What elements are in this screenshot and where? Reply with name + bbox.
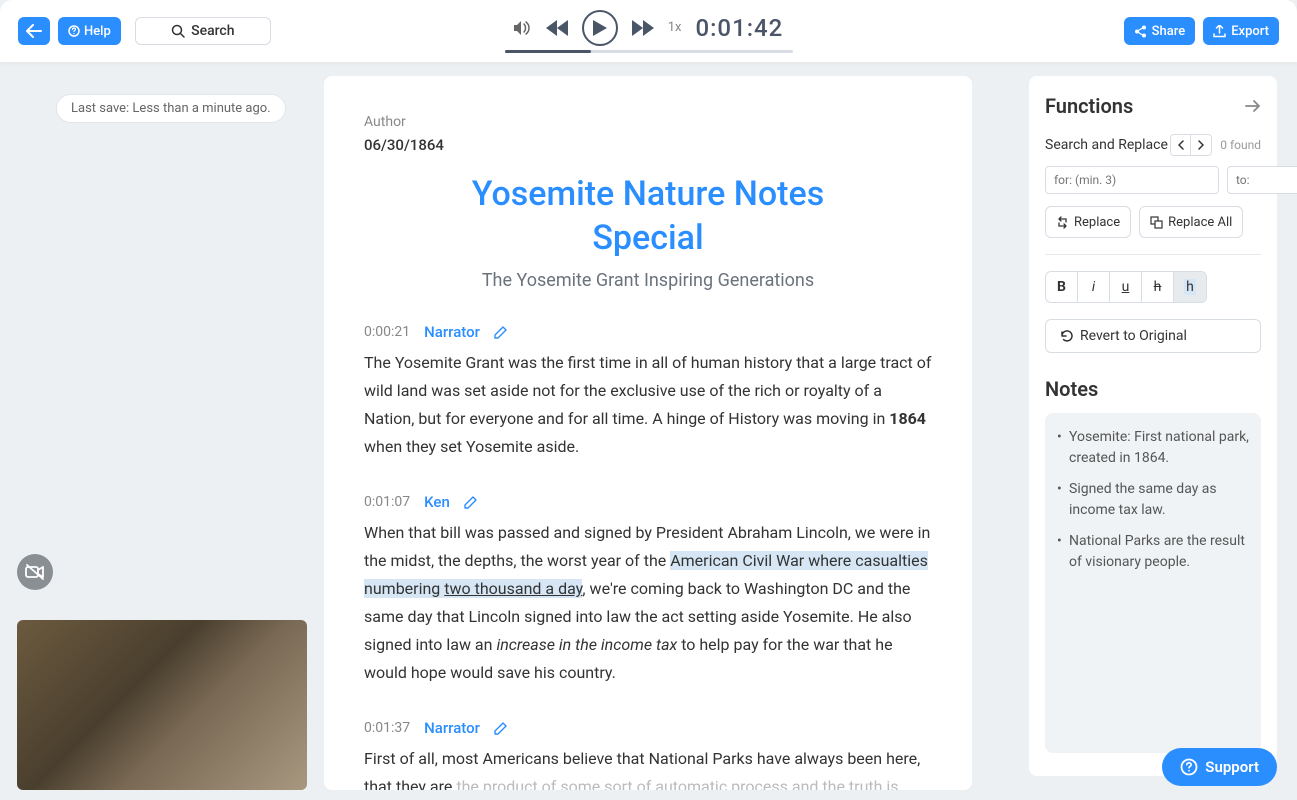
export-label: Export — [1231, 24, 1269, 39]
support-label: Support — [1205, 758, 1259, 776]
transcript-segment: 0:01:07 Ken When that bill was passed an… — [364, 493, 932, 687]
edit-speaker-button[interactable] — [494, 722, 507, 735]
search-button[interactable]: Search — [135, 17, 271, 45]
share-icon — [1134, 25, 1147, 38]
progress-bar[interactable] — [505, 50, 793, 53]
support-icon — [1180, 758, 1198, 776]
edit-icon — [494, 722, 507, 735]
export-icon — [1213, 25, 1226, 38]
segment-speaker[interactable]: Narrator — [424, 719, 480, 737]
transcript-editor: Author 06/30/1864 Yosemite Nature NotesS… — [324, 76, 972, 790]
search-replace-label: Search and Replace — [1045, 137, 1168, 153]
segment-time[interactable]: 0:01:37 — [364, 720, 410, 736]
sr-found-count: 0 found — [1220, 138, 1261, 152]
play-button[interactable] — [582, 10, 618, 46]
share-label: Share — [1152, 24, 1186, 39]
playback-speed[interactable]: 1x — [668, 20, 682, 35]
segment-speaker[interactable]: Ken — [424, 493, 450, 511]
topbar: Help Search 1x 0:01:42 — [0, 0, 1297, 62]
note-item[interactable]: Yosemite: First national park, created i… — [1057, 427, 1249, 469]
transcript-segment: 0:01:37 Narrator First of all, most Amer… — [364, 719, 932, 790]
functions-sidebar: Functions Search and Replace 0 found Rep… — [1029, 76, 1277, 776]
share-button[interactable]: Share — [1124, 17, 1196, 45]
revert-button[interactable]: Revert to Original — [1045, 319, 1261, 353]
edit-icon — [494, 326, 507, 339]
collapse-arrow-icon[interactable] — [1245, 99, 1261, 113]
italic-button[interactable]: i — [1078, 272, 1110, 302]
search-icon — [171, 24, 185, 38]
segment-text[interactable]: When that bill was passed and signed by … — [364, 519, 932, 687]
replace-all-icon — [1150, 216, 1163, 229]
document-date: 06/30/1864 — [364, 136, 932, 154]
progress-fill — [505, 50, 591, 53]
audio-player: 1x 0:01:42 — [505, 10, 793, 53]
search-for-input[interactable] — [1045, 166, 1219, 194]
note-item[interactable]: Signed the same day as income tax law. — [1057, 479, 1249, 521]
search-label: Search — [191, 23, 234, 39]
replace-button[interactable]: Replace — [1045, 206, 1131, 238]
video-off-icon — [25, 564, 45, 580]
rewind-icon[interactable] — [546, 20, 568, 36]
format-toolbar: B i u h h — [1045, 271, 1207, 303]
sidebar-title: Functions — [1045, 94, 1133, 118]
playback-time: 0:01:42 — [695, 14, 783, 42]
export-button[interactable]: Export — [1203, 17, 1279, 45]
chevron-left-icon — [1177, 140, 1185, 150]
forward-icon[interactable] — [632, 20, 654, 36]
revert-icon — [1060, 329, 1074, 343]
segment-text[interactable]: The Yosemite Grant was the first time in… — [364, 349, 932, 461]
volume-icon[interactable] — [514, 20, 532, 36]
document-subtitle[interactable]: The Yosemite Grant Inspiring Generations — [364, 270, 932, 291]
strikethrough-button[interactable]: h — [1142, 272, 1174, 302]
back-button[interactable] — [18, 17, 50, 45]
transcript-segment: 0:00:21 Narrator The Yosemite Grant was … — [364, 323, 932, 461]
video-thumbnail[interactable] — [17, 620, 307, 790]
sr-prev-button[interactable] — [1171, 135, 1191, 155]
help-button[interactable]: Help — [58, 17, 121, 45]
notes-title: Notes — [1045, 377, 1261, 401]
segment-text[interactable]: First of all, most Americans believe tha… — [364, 745, 932, 790]
segment-time[interactable]: 0:00:21 — [364, 324, 410, 340]
replace-all-button[interactable]: Replace All — [1139, 206, 1243, 238]
play-icon — [593, 20, 607, 36]
notes-box[interactable]: Yosemite: First national park, created i… — [1045, 413, 1261, 753]
segment-time[interactable]: 0:01:07 — [364, 494, 410, 510]
support-button[interactable]: Support — [1162, 748, 1277, 786]
arrow-left-icon — [26, 24, 42, 38]
edit-speaker-button[interactable] — [494, 326, 507, 339]
highlight-button[interactable]: h — [1174, 272, 1206, 302]
chevron-right-icon — [1197, 140, 1205, 150]
replace-to-input[interactable] — [1227, 166, 1297, 194]
edit-speaker-button[interactable] — [464, 496, 477, 509]
author-label: Author — [364, 114, 932, 130]
help-label: Help — [84, 24, 111, 39]
help-icon — [68, 25, 80, 37]
underline-button[interactable]: u — [1110, 272, 1142, 302]
replace-icon — [1056, 216, 1069, 229]
note-item[interactable]: National Parks are the result of visiona… — [1057, 531, 1249, 573]
last-save-badge: Last save: Less than a minute ago. — [56, 94, 286, 123]
edit-icon — [464, 496, 477, 509]
sr-next-button[interactable] — [1191, 135, 1211, 155]
segment-speaker[interactable]: Narrator — [424, 323, 480, 341]
video-toggle-button[interactable] — [17, 554, 53, 590]
document-title[interactable]: Yosemite Nature NotesSpecial — [364, 172, 932, 260]
bold-button[interactable]: B — [1046, 272, 1078, 302]
